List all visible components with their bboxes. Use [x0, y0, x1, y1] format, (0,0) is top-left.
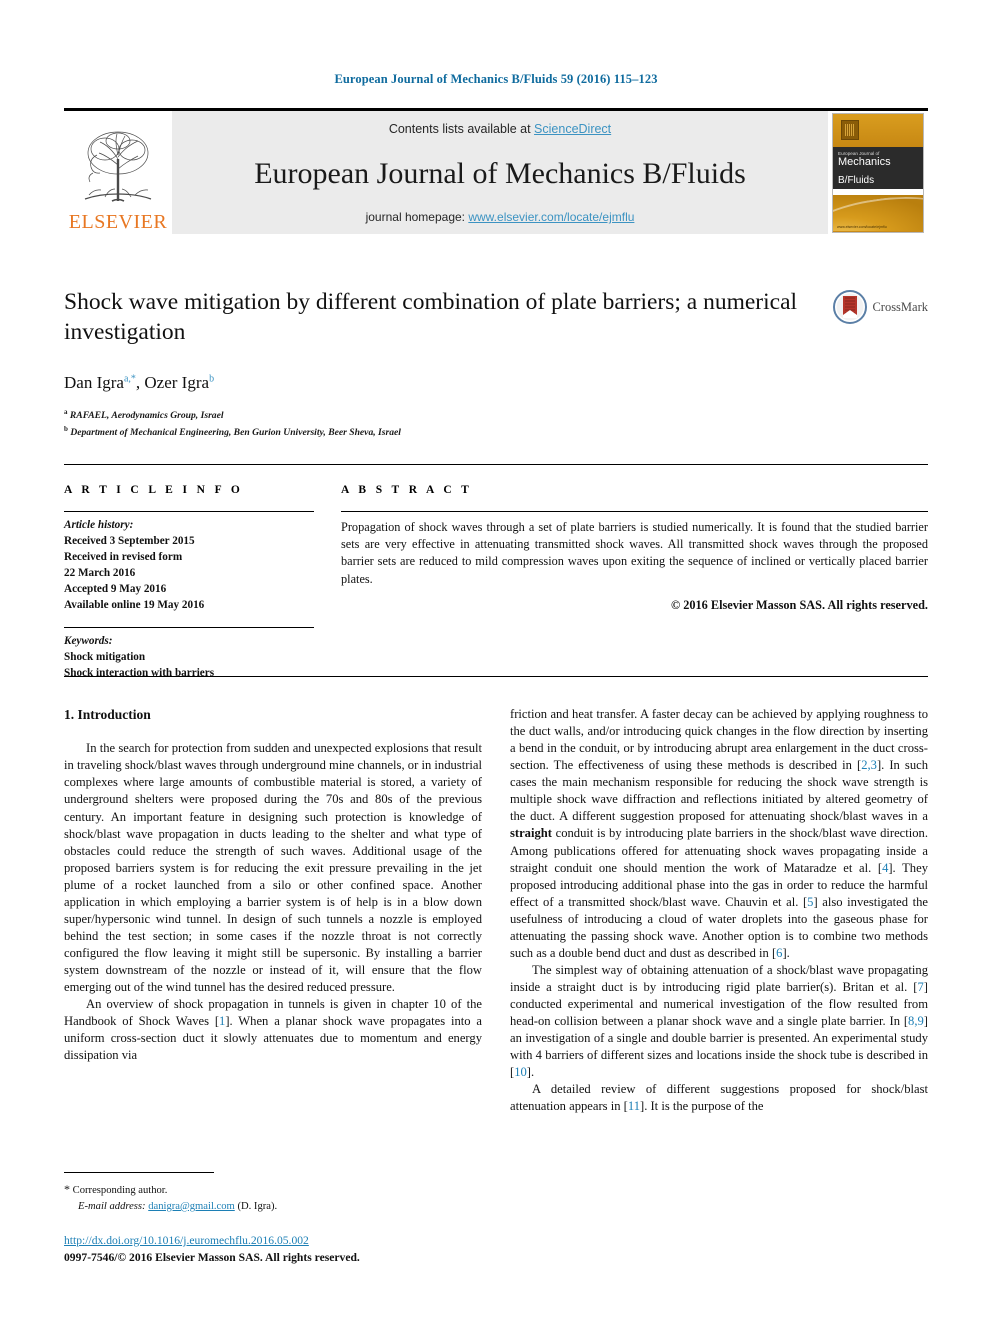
history-item-0: Received 3 September 2015 — [64, 534, 195, 547]
contents-prefix: Contents lists available at — [388, 122, 535, 136]
affiliation-a: a RAFAEL, Aerodynamics Group, Israel — [64, 407, 928, 424]
abstract-rule — [341, 511, 928, 512]
journal-title: European Journal of Mechanics B/Fluids — [254, 156, 746, 190]
author-1-name: Dan Igra — [64, 373, 124, 393]
pr2-d: ]. — [526, 1065, 535, 1080]
article-info-panel: A R T I C L E I N F O Article history: R… — [64, 484, 314, 682]
masthead-center: Contents lists available at ScienceDirec… — [172, 111, 828, 234]
article-page: European Journal of Mechanics B/Fluids 5… — [0, 0, 992, 1323]
citation-8-9[interactable]: 8,9 — [908, 1014, 924, 1028]
author-2-marks: b — [209, 373, 215, 385]
history-item-3: Accepted 9 May 2016 — [64, 582, 167, 595]
journal-homepage-link[interactable]: www.elsevier.com/locate/ejmflu — [468, 210, 634, 224]
article-info-rule — [64, 511, 314, 512]
citation-2-3[interactable]: 2,3 — [861, 758, 877, 772]
footnote-star: * — [64, 1182, 70, 1196]
cover-title-line2: B/Fluids — [838, 174, 875, 186]
keywords-rule — [64, 627, 314, 629]
elsevier-wordmark: ELSEVIER — [68, 211, 168, 233]
info-top-divider — [64, 464, 928, 465]
journal-homepage-line: journal homepage: www.elsevier.com/locat… — [366, 210, 635, 224]
citation-10[interactable]: 10 — [514, 1065, 527, 1079]
page-footer: http://dx.doi.org/10.1016/j.euromechflu.… — [64, 1233, 624, 1267]
keywords-label: Keywords: — [64, 635, 113, 648]
history-item-2: 22 March 2016 — [64, 566, 136, 579]
footnote-divider — [64, 1172, 214, 1173]
cover-title-panel: European Journal of Mechanics B/Fluids — [833, 146, 923, 189]
keyword-0: Shock mitigation — [64, 651, 146, 664]
cover-top-band — [833, 113, 923, 147]
page-title: Shock wave mitigation by different combi… — [64, 289, 798, 345]
pr1-c: conduit is by introducing plate barriers… — [510, 826, 928, 875]
cover-bottom-art: www.elsevier.com/locate/ejmflu — [833, 194, 923, 232]
author-1-marks: a,* — [123, 373, 136, 385]
author-2[interactable]: Ozer Igrab — [144, 373, 214, 392]
article-history: Article history: Received 3 September 20… — [64, 518, 314, 613]
history-item-4: Available online 19 May 2016 — [64, 598, 205, 611]
running-head: European Journal of Mechanics B/Fluids 5… — [334, 72, 658, 86]
body-column-left: 1. Introduction In the search for protec… — [64, 706, 482, 1064]
abstract-bottom-divider — [64, 676, 928, 677]
paragraph-right-1: friction and heat transfer. A faster dec… — [510, 706, 928, 962]
citation-11[interactable]: 11 — [628, 1099, 640, 1113]
footnote-block: * Corresponding author. E-mail address: … — [64, 1180, 482, 1215]
paragraph-intro-1: In the search for protection from sudden… — [64, 741, 482, 995]
author-1[interactable]: Dan Igraa,* — [64, 373, 136, 392]
keywords-block: Keywords: Shock mitigation Shock interac… — [64, 634, 314, 682]
author-list: Dan Igraa,*, Ozer Igrab — [64, 373, 928, 393]
sciencedirect-link[interactable]: ScienceDirect — [534, 122, 611, 136]
affiliation-b: b Department of Mechanical Engineering, … — [64, 424, 928, 441]
paragraph-right-2: The simplest way of obtaining attenuatio… — [510, 962, 928, 1081]
section-heading-introduction: 1. Introduction — [64, 707, 151, 722]
doi-link[interactable]: http://dx.doi.org/10.1016/j.euromechflu.… — [64, 1234, 309, 1247]
affiliation-a-mark: a — [64, 408, 68, 417]
elsevier-tree-icon — [84, 131, 152, 202]
affiliation-a-text: RAFAEL, Aerodynamics Group, Israel — [69, 410, 224, 422]
pr2-a: The simplest way of obtaining attenuatio… — [510, 962, 928, 994]
affiliation-list: a RAFAEL, Aerodynamics Group, Israel b D… — [64, 407, 928, 441]
affiliation-b-mark: b — [64, 425, 68, 434]
elsevier-logo: ELSEVIER — [64, 111, 172, 234]
article-history-label: Article history: — [64, 519, 134, 531]
journal-masthead: ELSEVIER Contents lists available at Sci… — [64, 108, 928, 234]
contents-lists-line: Contents lists available at ScienceDirec… — [389, 122, 611, 136]
body-column-right: friction and heat transfer. A faster dec… — [510, 706, 928, 1116]
homepage-prefix: journal homepage: — [365, 210, 469, 224]
crossmark-icon — [833, 290, 868, 324]
pr1-bold-straight: straight — [510, 826, 552, 841]
article-info-heading: A R T I C L E I N F O — [64, 484, 244, 496]
crossmark-label: CrossMark — [872, 299, 928, 314]
title-block: Shock wave mitigation by different combi… — [64, 288, 928, 441]
abstract-panel: A B S T R A C T Propagation of shock wav… — [341, 484, 928, 613]
email-suffix: (D. Igra). — [237, 1200, 278, 1212]
pr3-b: ]. It is the purpose of the — [640, 1099, 764, 1114]
crossmark-badge[interactable]: CrossMark — [833, 290, 928, 324]
abstract-heading: A B S T R A C T — [341, 484, 473, 496]
pr1-f: ]. — [782, 945, 790, 960]
keyword-1: Shock interaction with barriers — [64, 667, 215, 680]
journal-cover-container: European Journal of Mechanics B/Fluids w… — [828, 111, 928, 234]
paragraph-right-3: A detailed review of different suggestio… — [510, 1081, 928, 1115]
cover-url: www.elsevier.com/locate/ejmflu — [837, 225, 887, 230]
cover-emblem-icon — [841, 119, 859, 140]
corresponding-author-note: Corresponding author. — [72, 1185, 168, 1196]
email-address-label: E-mail address: — [78, 1200, 146, 1212]
issn-copyright: 0997-7546/© 2016 Elsevier Masson SAS. Al… — [64, 1250, 360, 1264]
journal-cover-thumbnail: European Journal of Mechanics B/Fluids w… — [832, 112, 924, 233]
author-2-name: Ozer Igra — [144, 373, 210, 393]
abstract-copyright: © 2016 Elsevier Masson SAS. All rights r… — [670, 597, 928, 612]
affiliation-b-text: Department of Mechanical Engineering, Be… — [70, 427, 401, 439]
email-link[interactable]: danigra@gmail.com — [148, 1201, 235, 1212]
history-item-1: Received in revised form — [64, 550, 183, 563]
cover-title-line1: Mechanics — [838, 156, 891, 169]
abstract-text: Propagation of shock waves through a set… — [341, 520, 928, 586]
paragraph-intro-2: An overview of shock propagation in tunn… — [64, 996, 482, 1064]
